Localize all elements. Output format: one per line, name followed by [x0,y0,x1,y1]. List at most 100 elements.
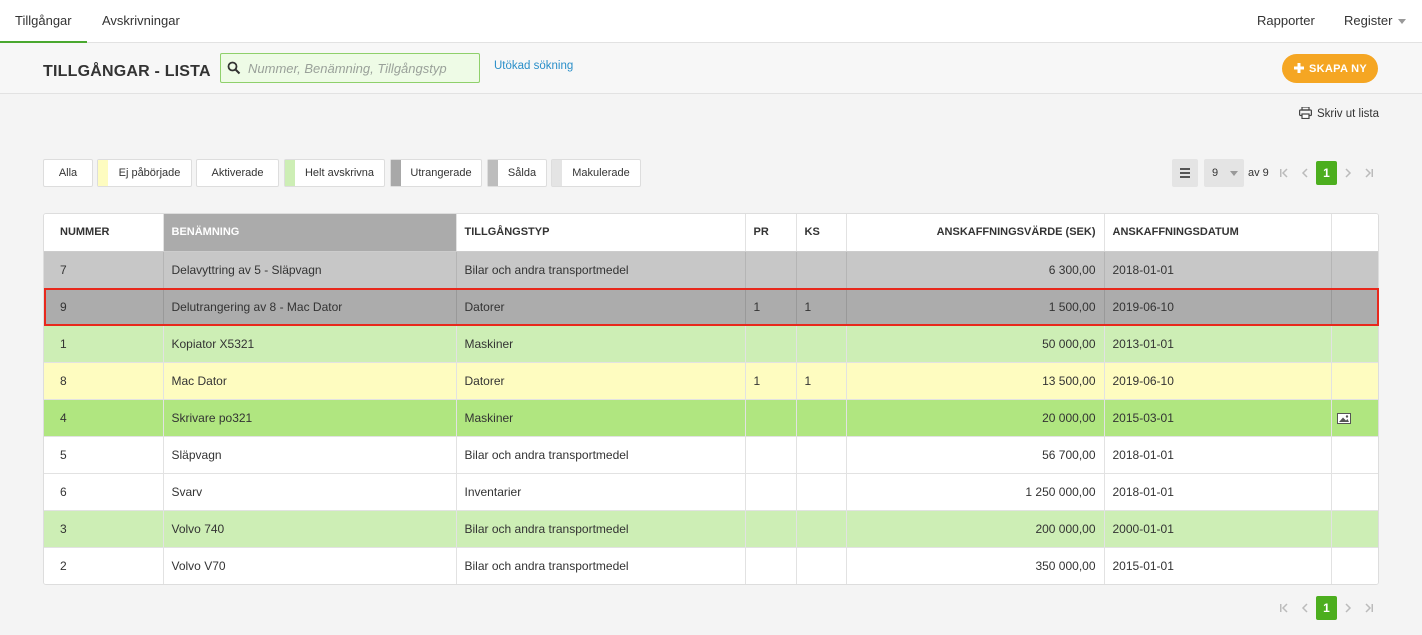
menu-icon-line [1180,168,1190,170]
filter-salda[interactable]: Sålda [487,159,547,187]
cell-anskaffningsdatum: 2015-01-01 [1104,547,1332,584]
tab-label: Avskrivningar [102,13,180,28]
cell-nummer: 2 [44,547,164,584]
cell-image [1331,473,1378,511]
search-field[interactable] [220,53,480,83]
cell-tillgangstyp: Bilar och andra transportmedel [456,251,746,289]
filter-aktiverade[interactable]: Aktiverade [196,159,279,187]
cell-pr [745,251,797,289]
cell-nummer: 4 [44,399,164,437]
table-row[interactable]: 3 Volvo 740 Bilar och andra transportmedel… [44,510,1378,548]
cell-nummer: 1 [44,325,164,363]
cell-image [1331,325,1378,363]
nav-rapporter[interactable]: Rapporter [1257,0,1315,43]
column-header-tillgangstyp[interactable]: TILLGÅNGSTYP [456,214,746,252]
filter-label: Helt avskrivna [304,167,375,179]
cell-benamning: Skrivare po321 [163,399,457,437]
table-body: 7 Delavyttring av 5 - Släpvagn Bilar och a… [44,251,1378,584]
search-input[interactable] [248,57,476,79]
cell-image [1331,547,1378,584]
prev-page-icon[interactable] [1299,167,1311,179]
status-swatch [552,160,562,186]
column-header-nummer[interactable]: NUMMER [44,214,164,252]
table-row[interactable]: 9 Delutrangering av 8 - Mac Dator Datorer 1… [44,288,1378,326]
nav-label: Register [1344,13,1393,28]
cell-pr [745,547,797,584]
next-page-icon[interactable] [1342,602,1354,614]
cell-anskaffningsdatum: 2018-01-01 [1104,473,1332,511]
create-new-label: SKAPA NY [1309,63,1368,75]
cell-anskaffningsvarde: 1 500,00 [846,288,1105,326]
column-header-benamning[interactable]: BENÄMNING [163,214,457,252]
column-header-ks[interactable]: KS [796,214,847,252]
filter-alla[interactable]: Alla [43,159,93,187]
table-row[interactable]: 6 Svarv Inventarier 1 250 000,00 2018-01-01 [44,473,1378,511]
cell-benamning: Släpvagn [163,436,457,474]
cell-nummer: 6 [44,473,164,511]
cell-nummer: 5 [44,436,164,474]
status-swatch [285,160,295,186]
top-navigation: Tillgångar Avskrivningar Rapporter Regis… [0,0,1422,43]
column-header-anskaffningsvarde[interactable]: ANSKAFFNINGSVÄRDE (SEK) [846,214,1105,252]
cell-tillgangstyp: Bilar och andra transportmedel [456,547,746,584]
cell-image [1331,436,1378,474]
chevron-down-icon [1398,19,1407,25]
cell-anskaffningsdatum: 2019-06-10 [1104,362,1332,400]
cell-nummer: 3 [44,510,164,548]
last-page-icon[interactable] [1363,602,1375,614]
table-row[interactable]: 8 Mac Dator Datorer 1 1 13 500,00 2019-06-10 [44,362,1378,400]
cell-anskaffningsdatum: 2019-06-10 [1104,288,1332,326]
search-icon [227,61,241,75]
column-header-pr[interactable]: PR [745,214,797,252]
print-list-link[interactable]: Skriv ut lista [1299,106,1379,120]
tab-avskrivningar[interactable]: Avskrivningar [102,0,180,43]
cell-image [1331,510,1378,548]
column-header-image [1331,214,1378,252]
table-row[interactable]: 5 Släpvagn Bilar och andra transportmedel 5… [44,436,1378,474]
create-new-button[interactable]: SKAPA NY [1282,54,1378,83]
cell-pr [745,510,797,548]
list-view-button[interactable] [1172,159,1198,187]
cell-nummer: 7 [44,251,164,289]
image-icon[interactable] [1336,412,1351,424]
filter-ej-paborjade[interactable]: Ej påbörjade [97,159,192,187]
cell-ks [796,251,847,289]
cell-tillgangstyp: Datorer [456,288,746,326]
page-title: TILLGÅNGAR - LISTA [43,63,211,80]
last-page-icon[interactable] [1363,167,1375,179]
current-page-button[interactable]: 1 [1316,596,1337,620]
cell-tillgangstyp: Maskiner [456,399,746,437]
cell-tillgangstyp: Maskiner [456,325,746,363]
next-page-icon[interactable] [1342,167,1354,179]
filter-label: Alla [58,167,78,179]
prev-page-icon[interactable] [1299,602,1311,614]
column-header-anskaffningsdatum[interactable]: ANSKAFFNINGSDATUM [1104,214,1332,252]
plus-icon [1294,63,1304,73]
filter-label: Makulerade [572,167,630,179]
per-page-select[interactable]: 9 [1204,159,1244,187]
cell-nummer: 9 [44,288,164,326]
cell-anskaffningsdatum: 2018-01-01 [1104,436,1332,474]
nav-register-dropdown[interactable]: Register [1344,0,1407,43]
first-page-icon[interactable] [1278,167,1290,179]
cell-benamning: Volvo V70 [163,547,457,584]
table-row[interactable]: 1 Kopiator X5321 Maskiner 50 000,00 2013-01-… [44,325,1378,363]
filter-helt-avskrivna[interactable]: Helt avskrivna [284,159,385,187]
page-count-label: av 9 [1248,167,1269,179]
current-page-button[interactable]: 1 [1316,161,1337,185]
table-row[interactable]: 2 Volvo V70 Bilar och andra transportmedel… [44,547,1378,584]
filter-label: Utrangerade [410,167,472,179]
filter-utrangerade[interactable]: Utrangerade [390,159,482,187]
tab-tillgangar[interactable]: Tillgångar [0,0,87,43]
table-row[interactable]: 7 Delavyttring av 5 - Släpvagn Bilar och a… [44,251,1378,289]
status-swatch [488,160,498,186]
cell-benamning: Volvo 740 [163,510,457,548]
first-page-icon[interactable] [1278,602,1290,614]
advanced-search-link[interactable]: Utökad sökning [494,60,573,72]
cell-image [1331,362,1378,400]
filter-makulerade[interactable]: Makulerade [551,159,641,187]
cell-pr [745,473,797,511]
nav-label: Rapporter [1257,13,1315,28]
cell-tillgangstyp: Inventarier [456,473,746,511]
table-row[interactable]: 4 Skrivare po321 Maskiner 20 000,00 2015-03-… [44,399,1378,437]
